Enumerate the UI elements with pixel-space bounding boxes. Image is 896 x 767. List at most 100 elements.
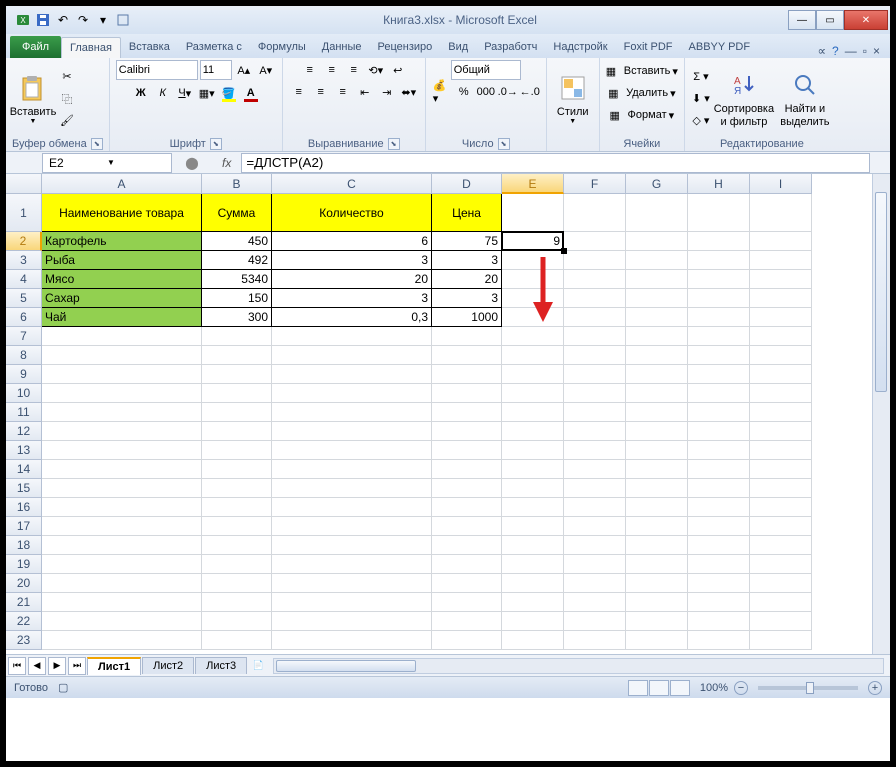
cell-G17[interactable] (626, 517, 688, 536)
cell-I1[interactable] (750, 194, 812, 232)
cell-D8[interactable] (432, 346, 502, 365)
cell-A3[interactable]: Рыба (42, 251, 202, 270)
cell-B8[interactable] (202, 346, 272, 365)
cell-D3[interactable]: 3 (432, 251, 502, 270)
cell-C3[interactable]: 3 (272, 251, 432, 270)
cell-H16[interactable] (688, 498, 750, 517)
row-header-20[interactable]: 20 (6, 574, 42, 593)
zoom-slider[interactable] (758, 686, 858, 690)
cell-B14[interactable] (202, 460, 272, 479)
cell-E6[interactable] (502, 308, 564, 327)
cell-E9[interactable] (502, 365, 564, 384)
cell-A16[interactable] (42, 498, 202, 517)
cell-E7[interactable] (502, 327, 564, 346)
cell-I18[interactable] (750, 536, 812, 555)
font-color-icon[interactable]: A (241, 83, 261, 103)
cut-icon[interactable]: ✂ (57, 67, 77, 87)
styles-button[interactable]: Стили ▼ (553, 65, 593, 133)
sheet-nav-first-icon[interactable]: ⏮ (8, 657, 26, 675)
zoom-level[interactable]: 100% (700, 682, 728, 694)
clipboard-launcher-icon[interactable]: ⬊ (91, 138, 103, 150)
cell-I15[interactable] (750, 479, 812, 498)
cell-F4[interactable] (564, 270, 626, 289)
inc-decimal-icon[interactable]: .0→ (498, 82, 518, 102)
cell-B12[interactable] (202, 422, 272, 441)
cell-B20[interactable] (202, 574, 272, 593)
cell-H5[interactable] (688, 289, 750, 308)
cell-C9[interactable] (272, 365, 432, 384)
cell-F10[interactable] (564, 384, 626, 403)
cell-C13[interactable] (272, 441, 432, 460)
cell-E19[interactable] (502, 555, 564, 574)
cell-E22[interactable] (502, 612, 564, 631)
sheet-tab-active[interactable]: Лист1 (87, 657, 141, 675)
cell-B11[interactable] (202, 403, 272, 422)
save-icon[interactable] (34, 11, 52, 29)
cell-C19[interactable] (272, 555, 432, 574)
clear-icon[interactable]: ◇ ▾ (691, 111, 711, 131)
row-header-6[interactable]: 6 (6, 308, 42, 327)
row-header-9[interactable]: 9 (6, 365, 42, 384)
cell-E20[interactable] (502, 574, 564, 593)
increase-font-icon[interactable]: A▴ (234, 60, 254, 80)
cell-E15[interactable] (502, 479, 564, 498)
cell-F8[interactable] (564, 346, 626, 365)
ribbon-tab-9[interactable]: Foxit PDF (616, 37, 681, 58)
cell-A6[interactable]: Чай (42, 308, 202, 327)
cell-E5[interactable] (502, 289, 564, 308)
cell-C17[interactable] (272, 517, 432, 536)
minimize-button[interactable]: — (788, 10, 816, 30)
cell-D5[interactable]: 3 (432, 289, 502, 308)
cell-G22[interactable] (626, 612, 688, 631)
col-header-B[interactable]: B (202, 174, 272, 194)
paste-button[interactable]: Вставить ▼ (12, 65, 54, 133)
cell-G2[interactable] (626, 232, 688, 251)
cell-B18[interactable] (202, 536, 272, 555)
border-icon[interactable]: ▦▾ (197, 83, 217, 103)
cell-G15[interactable] (626, 479, 688, 498)
cell-D23[interactable] (432, 631, 502, 650)
row-header-15[interactable]: 15 (6, 479, 42, 498)
row-header-1[interactable]: 1 (6, 194, 42, 232)
row-header-2[interactable]: 2 (6, 232, 42, 251)
cell-I19[interactable] (750, 555, 812, 574)
cell-D16[interactable] (432, 498, 502, 517)
cell-I11[interactable] (750, 403, 812, 422)
col-header-I[interactable]: I (750, 174, 812, 194)
cell-D14[interactable] (432, 460, 502, 479)
cell-G5[interactable] (626, 289, 688, 308)
cell-D18[interactable] (432, 536, 502, 555)
cell-B17[interactable] (202, 517, 272, 536)
cell-H9[interactable] (688, 365, 750, 384)
cell-F20[interactable] (564, 574, 626, 593)
cell-I8[interactable] (750, 346, 812, 365)
new-sheet-icon[interactable]: 📄 (249, 657, 267, 675)
cell-E14[interactable] (502, 460, 564, 479)
cell-H15[interactable] (688, 479, 750, 498)
copy-icon[interactable]: ⿻ (57, 89, 77, 109)
cell-E16[interactable] (502, 498, 564, 517)
cell-A15[interactable] (42, 479, 202, 498)
cell-F7[interactable] (564, 327, 626, 346)
cell-G12[interactable] (626, 422, 688, 441)
cell-I14[interactable] (750, 460, 812, 479)
mdi-restore-icon[interactable]: ▫ (863, 44, 867, 58)
qat-extra-icon[interactable] (114, 11, 132, 29)
align-middle-icon[interactable]: ≡ (322, 60, 342, 80)
cell-H3[interactable] (688, 251, 750, 270)
cell-F19[interactable] (564, 555, 626, 574)
mdi-close-icon[interactable]: × (873, 44, 880, 58)
cell-D12[interactable] (432, 422, 502, 441)
collapse-ribbon-icon[interactable]: ∝ (817, 44, 826, 58)
cell-D6[interactable]: 1000 (432, 308, 502, 327)
fill-icon[interactable]: ⬇ ▾ (691, 89, 711, 109)
currency-icon[interactable]: 💰▾ (432, 82, 452, 102)
cell-C21[interactable] (272, 593, 432, 612)
row-header-17[interactable]: 17 (6, 517, 42, 536)
cell-A13[interactable] (42, 441, 202, 460)
cell-A2[interactable]: Картофель (42, 232, 202, 251)
bold-icon[interactable]: Ж (131, 83, 151, 103)
ribbon-tab-2[interactable]: Разметка с (178, 37, 250, 58)
align-top-icon[interactable]: ≡ (300, 60, 320, 80)
zoom-in-icon[interactable]: + (868, 681, 882, 695)
